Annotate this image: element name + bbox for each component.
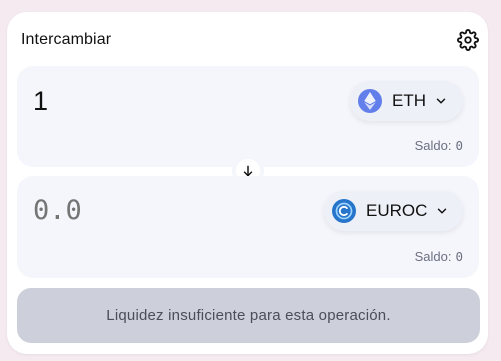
swap-header: Intercambiar: [21, 28, 480, 52]
eth-icon: [358, 89, 382, 113]
from-token-panel: ETH Saldo: 0: [17, 66, 479, 167]
from-token-selector[interactable]: ETH: [350, 81, 463, 121]
from-token-symbol: ETH: [392, 91, 426, 110]
balance-label: Saldo:: [414, 249, 452, 264]
to-token-symbol: EUROC: [366, 201, 428, 220]
euroc-icon: [332, 199, 356, 223]
page-title: Intercambiar: [21, 31, 112, 48]
to-amount-input[interactable]: [33, 196, 233, 226]
chevron-down-icon: [434, 94, 448, 108]
to-balance: Saldo: 0: [415, 249, 463, 264]
from-balance: Saldo: 0: [415, 138, 463, 153]
balance-value: 0: [455, 138, 463, 153]
to-token-panel: EUROC Saldo: 0: [17, 176, 479, 278]
chevron-down-icon: [435, 204, 449, 218]
to-token-selector[interactable]: EUROC: [324, 191, 463, 231]
from-amount-input[interactable]: [33, 86, 233, 116]
balance-label: Saldo:: [414, 138, 452, 153]
gear-icon[interactable]: [456, 28, 480, 52]
balance-value: 0: [455, 249, 463, 264]
insufficient-liquidity-button[interactable]: Liquidez insuficiente para esta operació…: [17, 288, 480, 343]
